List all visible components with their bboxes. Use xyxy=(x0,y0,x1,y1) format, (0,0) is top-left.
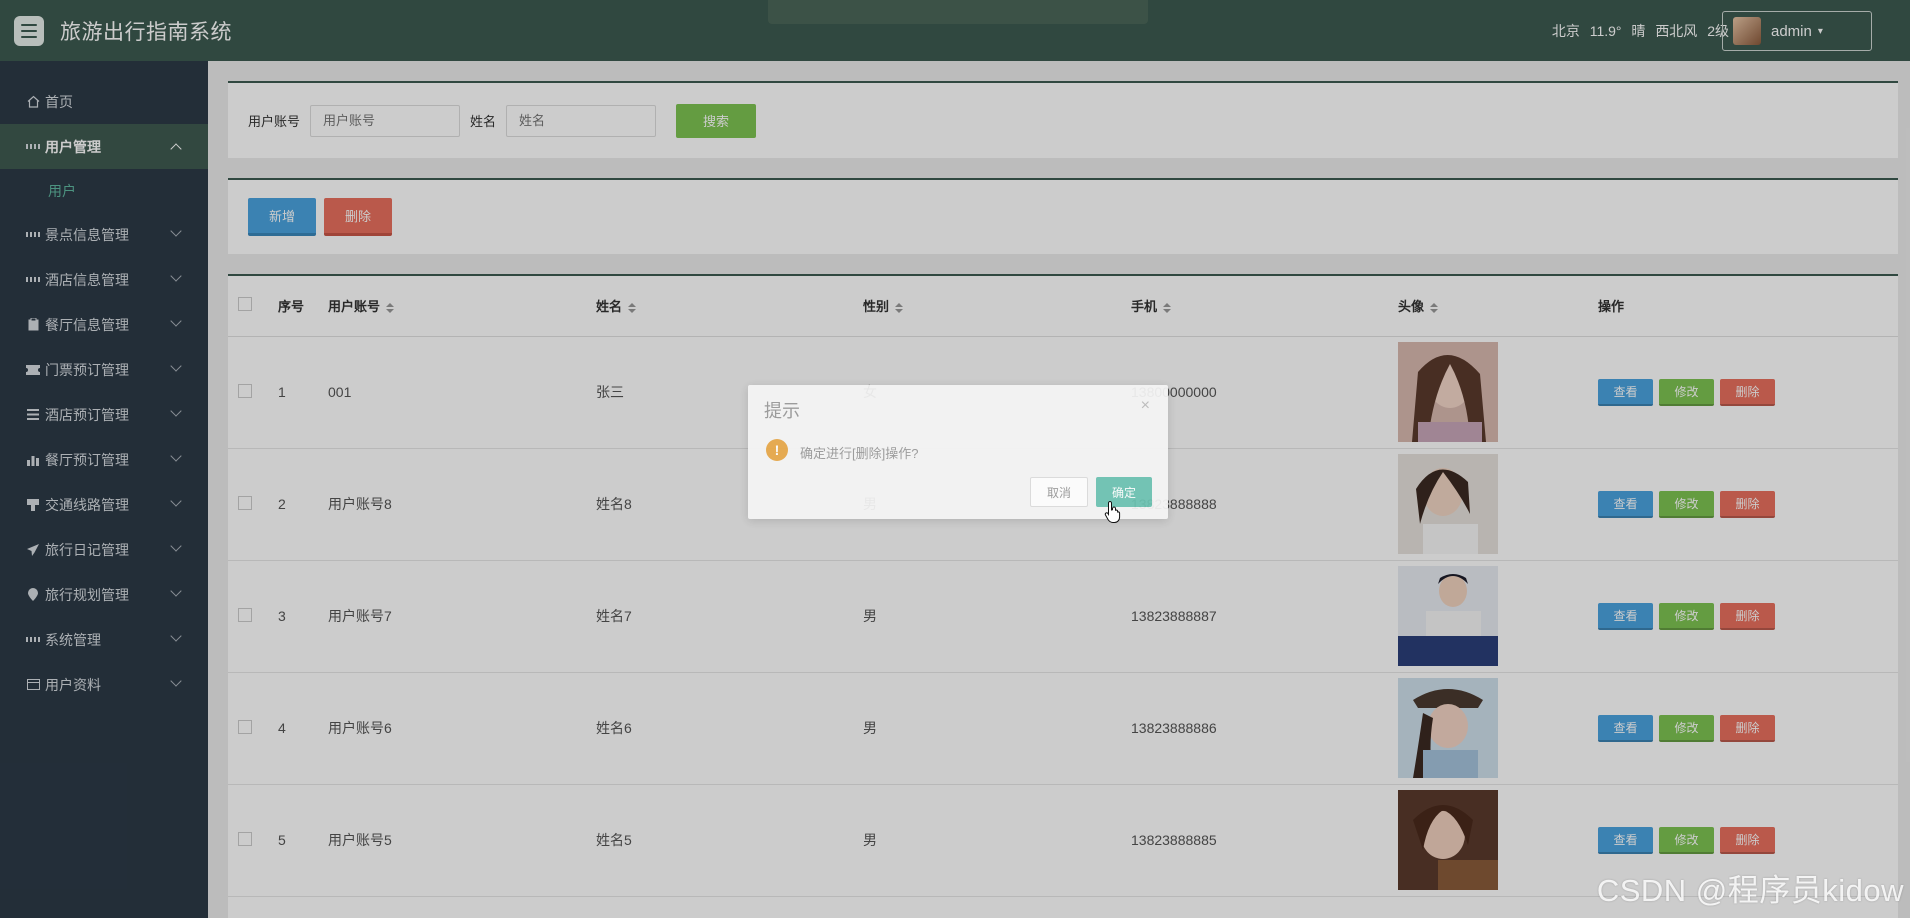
cancel-button[interactable]: 取消 xyxy=(1030,477,1088,507)
dialog-title: 提示 xyxy=(764,401,800,421)
warning-icon: ! xyxy=(766,439,788,461)
close-icon[interactable]: × xyxy=(1141,397,1150,415)
hand-cursor-icon xyxy=(1104,500,1121,523)
dialog-message: 确定进行[删除]操作? xyxy=(800,446,919,461)
watermark: CSDN @程序员kidow xyxy=(1596,873,1904,908)
confirm-dialog: 提示 × ! 确定进行[删除]操作? 取消 确定 xyxy=(748,385,1168,519)
